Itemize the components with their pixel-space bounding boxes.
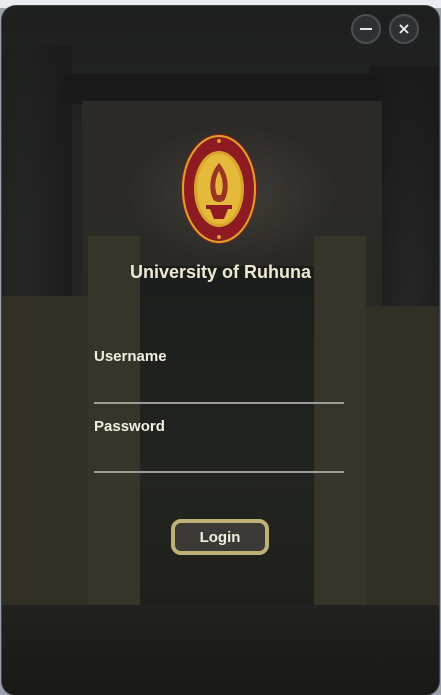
background-photo [2,6,439,695]
password-input[interactable] [94,443,344,473]
username-label: Username [94,348,167,365]
close-button[interactable]: × [389,14,419,44]
username-input[interactable] [94,374,344,404]
password-label: Password [94,418,165,435]
university-crest-icon [181,134,257,244]
login-window [2,6,439,695]
university-title: University of Ruhuna [129,262,312,282]
login-button[interactable]: Login [171,519,269,555]
minimize-button[interactable] [351,14,381,44]
minimize-icon [360,28,372,30]
login-button-label: Login [199,528,241,546]
close-icon: × [397,19,411,38]
